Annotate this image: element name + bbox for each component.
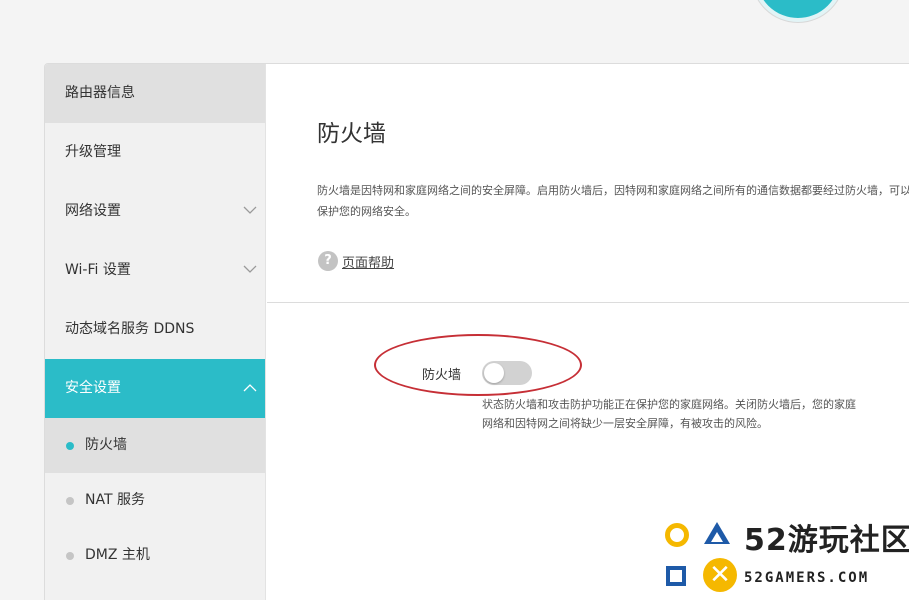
sidebar-item-label: 动态域名服务 DDNS [65,321,195,337]
sidebar-item-upgrade[interactable]: 升级管理 [45,123,265,182]
watermark-subtitle: 52GAMERS.COM [744,570,870,586]
sidebar-item-router-info[interactable]: 路由器信息 [45,64,265,123]
help-link-label[interactable]: 页面帮助 [342,252,394,271]
sidebar-item-network[interactable]: 网络设置 [45,182,265,241]
sidebar-subitem-label: DMZ 主机 [85,547,150,563]
triangle-inner-icon [711,532,723,542]
bullet-dot-icon [66,497,74,505]
sidebar-subitem-firewall[interactable]: 防火墙 [45,418,265,473]
square-logo-icon [666,566,686,586]
sidebar-subitem-label: NAT 服务 [85,492,145,508]
chevron-down-icon [243,265,257,274]
divider [267,302,909,303]
sidebar-subitem-nat[interactable]: NAT 服务 [45,473,265,528]
sidebar-item-wifi[interactable]: Wi-Fi 设置 [45,241,265,300]
bullet-dot-icon [66,442,74,450]
firewall-toggle-label: 防火墙 [422,367,462,383]
sidebar-item-label: 安全设置 [65,380,121,396]
chevron-up-icon [243,383,257,392]
site-watermark: ✕ 52游玩社区 52GAMERS.COM [660,515,909,600]
toggle-knob [484,363,504,383]
sidebar-item-label: 网络设置 [65,203,121,219]
sidebar-item-label: 路由器信息 [65,85,135,101]
sidebar-subitem-label: 防火墙 [85,437,127,453]
circle-logo-icon [665,523,689,547]
firewall-toggle-row: 防火墙 [422,361,532,385]
accent-circle [752,0,844,22]
cross-logo-icon: ✕ [703,558,737,592]
sidebar: 路由器信息 升级管理 网络设置 Wi-Fi 设置 动态域名服务 DDNS 安全设… [45,64,266,600]
sidebar-item-label: 升级管理 [65,144,121,160]
firewall-status-text: 状态防火墙和攻击防护功能正在保护您的家庭网络。关闭防火墙后，您的家庭网络和因特网… [482,398,856,430]
sidebar-item-ddns[interactable]: 动态域名服务 DDNS [45,300,265,359]
page-help-link[interactable]: ? 页面帮助 [318,251,394,271]
chevron-down-icon [243,206,257,215]
sidebar-item-label: Wi-Fi 设置 [65,262,131,278]
firewall-toggle-switch[interactable] [482,361,532,385]
bullet-dot-icon [66,552,74,560]
page-description: 防火墙是因特网和家庭网络之间的安全屏障。启用防火墙后，因特网和家庭网络之间所有的… [317,184,909,218]
sidebar-item-security[interactable]: 安全设置 [45,359,265,418]
help-icon: ? [318,251,338,271]
sidebar-subitem-dmz[interactable]: DMZ 主机 [45,528,265,583]
watermark-title: 52游玩社区 [744,523,909,558]
page-title: 防火墙 [317,121,386,147]
